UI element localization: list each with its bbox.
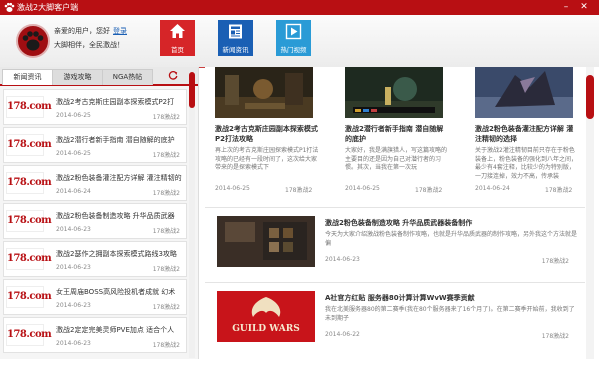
- card-date: 2014-06-24: [475, 185, 510, 192]
- list-item-title: 女王周庙BOSS高风险投机者成就 幻术: [56, 288, 176, 296]
- tab-news[interactable]: 新闻资讯: [2, 69, 53, 85]
- source-logo: 178.com: [6, 96, 52, 118]
- avatar[interactable]: [16, 24, 50, 58]
- login-link[interactable]: 登录: [113, 27, 127, 35]
- card-title: 激战2粉色装备灌注配方详解 灌注精韧的选择: [475, 125, 574, 143]
- list-item-title: 激战2瑟作之拥副本探索模式路线3攻略: [56, 250, 177, 258]
- source-logo: 178.com: [6, 172, 52, 194]
- card-desc: 关于激战2灌注精韧目前只存在于粉色装备上，粉色装备的强化到八年之间，最少有4套注…: [475, 147, 578, 180]
- news-row[interactable]: GUILD WARS A社官方红贴 服务器80计算计算WvW赛季贡献 我在北美服…: [205, 282, 585, 366]
- source-logo: 178.com: [6, 248, 52, 270]
- list-item[interactable]: 178.com 激战2定定完美灵师PVE加点 适合个人 2014-06-23 178激…: [3, 317, 187, 353]
- row-desc: 我在北美服务器80的第二赛季(我在80个服务器来了16个月了)。在第二赛季开始前…: [325, 306, 575, 322]
- nav-video-button[interactable]: 热门视频: [276, 20, 311, 56]
- source-logo: 178.com: [6, 134, 52, 156]
- list-item-title: 激战2粉色装备灌注配方详解 灌注精韧的: [56, 174, 182, 182]
- left-scroll-thumb[interactable]: [189, 72, 195, 108]
- nav-home-label: 首页: [171, 46, 184, 54]
- card-date: 2014-06-25: [345, 185, 380, 192]
- news-row[interactable]: 激战2粉色装备制造攻略 升华品质武器装备制作 今天为大家介绍激战粉色装备制作攻略…: [205, 207, 585, 291]
- card-title: 激战2考古克斯庄园副本探索模式P2打法攻略: [215, 125, 318, 143]
- card-source: 178激战2: [285, 187, 313, 194]
- dragon-scene-image: [475, 67, 573, 118]
- list-item-date: 2014-06-25: [56, 112, 91, 119]
- guildwars-logo-text: GUILD WARS: [232, 324, 300, 334]
- battle-scene-image: [345, 67, 443, 118]
- list-item-title: 激战2考古克斯庄园副本探索模式P2打: [56, 98, 175, 106]
- play-icon: [285, 23, 302, 40]
- left-scrollbar[interactable]: [189, 72, 195, 358]
- list-item[interactable]: 178.com 激战2考古克斯庄园副本探索模式P2打 2014-06-25 178激战…: [3, 89, 187, 125]
- row-date: 2014-06-23: [325, 256, 360, 263]
- list-item-source: 178激战2: [152, 190, 180, 197]
- dungeon-scene-image: [215, 67, 313, 118]
- card-source: 178激战2: [415, 187, 443, 194]
- header: 亲爱的用户，您好 登录 大脚相伴，全民激战！ 首页 新闻资讯 热门视频: [0, 15, 599, 68]
- row-title: 激战2粉色装备制造攻略 升华品质武器装备制作: [325, 219, 473, 227]
- row-source: 178激战2: [541, 258, 569, 265]
- list-item-date: 2014-06-24: [56, 188, 91, 195]
- tab-nga[interactable]: NGA热帖: [102, 69, 153, 85]
- list-item-source: 178激战2: [152, 114, 180, 121]
- source-logo: 178.com: [6, 210, 52, 232]
- welcome-text: 亲爱的用户，您好 登录: [54, 26, 127, 36]
- row-date: 2014-06-22: [325, 331, 360, 338]
- list-item-source: 178激战2: [152, 152, 180, 159]
- nav-home-button[interactable]: 首页: [160, 20, 195, 56]
- list-item[interactable]: 178.com 女王周庙BOSS高风险投机者成就 幻术 2014-06-23 178激…: [3, 279, 187, 315]
- right-scrollbar[interactable]: [586, 67, 594, 359]
- slogan: 大脚相伴，全民激战！: [54, 41, 124, 49]
- card-desc: 大家好，我是满旗猎人，写这篇攻略的主要目的还是因为自己对潜行者的习惯。其次，当我…: [345, 147, 448, 171]
- list-item-date: 2014-06-23: [56, 302, 91, 309]
- news-list: 178.com 激战2考古克斯庄园副本探索模式P2打 2014-06-25 178激战…: [3, 89, 187, 355]
- list-item-date: 2014-06-23: [56, 264, 91, 271]
- list-item-date: 2014-06-23: [56, 340, 91, 347]
- guildwars-logo-image: GUILD WARS: [217, 291, 315, 342]
- list-item-title: 激战2定定完美灵师PVE加点 适合个人: [56, 326, 175, 334]
- list-item[interactable]: 178.com 激战2瑟作之拥副本探索模式路线3攻略 2014-06-23 178激战…: [3, 241, 187, 277]
- row-source: 178激战2: [541, 333, 569, 340]
- list-item-source: 178激战2: [152, 304, 180, 311]
- list-item-title: 激战2潜行者新手指南 潜自随解的底护: [56, 136, 175, 144]
- list-item[interactable]: 178.com 激战2粉色装备制造攻略 升华品质武器 2014-06-23 178激战…: [3, 203, 187, 239]
- minimize-button[interactable]: –: [560, 1, 572, 13]
- newspaper-icon: [229, 24, 242, 39]
- nav-news-label: 新闻资讯: [222, 46, 249, 54]
- left-panel: 新闻资讯 游戏攻略 NGA热帖 178.com 激战2考古克斯庄园副本探索模式P2…: [0, 67, 199, 359]
- window-title: 激战2大脚客户端: [17, 3, 79, 12]
- list-item-date: 2014-06-23: [56, 226, 91, 233]
- paw-avatar-icon: [22, 31, 44, 51]
- paw-logo-icon: [4, 2, 15, 12]
- list-item-date: 2014-06-25: [56, 150, 91, 157]
- tab-guides[interactable]: 游戏攻略: [52, 69, 103, 85]
- right-scroll-thumb[interactable]: [586, 75, 594, 119]
- card-title: 激战2潜行者新手指南 潜自随解的底护: [345, 125, 444, 143]
- list-item-source: 178激战2: [152, 266, 180, 273]
- list-item-source: 178激战2: [152, 228, 180, 235]
- list-item[interactable]: 178.com 激战2粉色装备灌注配方详解 灌注精韧的 2014-06-24 178激…: [3, 165, 187, 201]
- row-desc: 今天为大家介绍激战粉色装备制作攻略，也就是升华品质武器的制作攻略，另外我这个方法…: [325, 231, 578, 247]
- close-button[interactable]: ✕: [578, 1, 590, 13]
- nav-news-button[interactable]: 新闻资讯: [218, 20, 253, 56]
- row-title: A社官方红贴 服务器80计算计算WvW赛季贡献: [325, 294, 475, 302]
- right-panel: 激战2考古克斯庄园副本探索模式P2打法攻略 再上次的考古克斯庄园探索模式P1打法…: [205, 67, 599, 359]
- list-item[interactable]: 178.com 激战2潜行者新手指南 潜自随解的底护 2014-06-25 178激战…: [3, 127, 187, 163]
- tab-bar: 新闻资讯 游戏攻略 NGA热帖: [0, 67, 198, 86]
- source-logo: 178.com: [6, 286, 52, 308]
- forge-scene-image: [217, 216, 315, 267]
- card-source: 178激战2: [545, 187, 573, 194]
- card-desc: 再上次的考古克斯庄园探索模式P1打法攻略的已经有一段时间了，这次给大家带来的是探…: [215, 147, 319, 171]
- nav-video-label: 热门视频: [280, 46, 307, 54]
- list-item-title: 激战2粉色装备制造攻略 升华品质武器: [56, 212, 175, 220]
- source-logo: 178.com: [6, 324, 52, 346]
- home-icon: [170, 24, 185, 38]
- list-item-source: 178激战2: [152, 342, 180, 349]
- card-date: 2014-06-25: [215, 185, 250, 192]
- welcome-label: 亲爱的用户，您好: [54, 27, 110, 35]
- title-bar: 激战2大脚客户端 – ✕: [0, 0, 599, 15]
- refresh-icon[interactable]: [168, 70, 178, 80]
